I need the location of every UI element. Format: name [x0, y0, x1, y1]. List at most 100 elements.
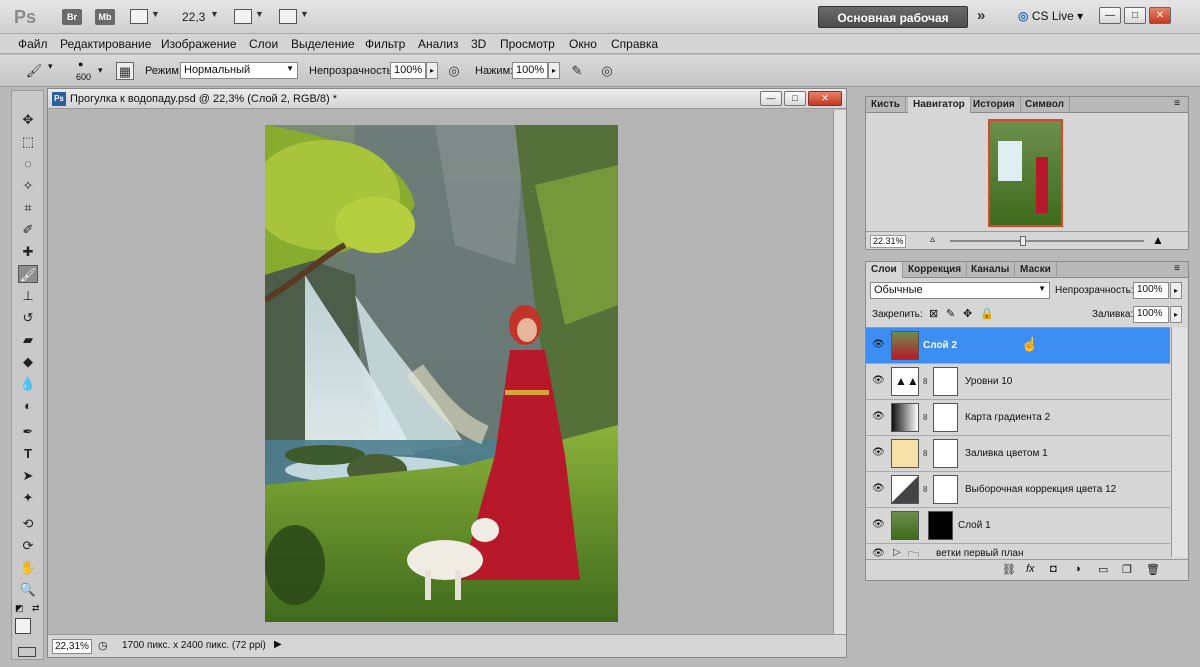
visibility-eye-icon[interactable]: 👁 [872, 339, 885, 351]
flow-slider-toggle[interactable]: ▸ [548, 62, 560, 79]
lock-all-icon[interactable]: 🔒 [980, 307, 994, 320]
mini-bridge-button[interactable]: Mb [95, 9, 115, 25]
3d-orbit-tool-icon[interactable]: ⟳ [18, 537, 38, 555]
zoom-in-icon[interactable]: ▲ [1152, 233, 1164, 247]
doc-restore-button[interactable]: □ [784, 91, 806, 106]
status-zoom-field[interactable]: 22,31% [52, 639, 92, 654]
mode-select[interactable]: Нормальный ▼ [180, 62, 298, 79]
brush-tool-icon[interactable]: 🖌 [18, 265, 38, 283]
panel-menu-icon[interactable]: ≡ [1174, 98, 1180, 109]
bridge-button[interactable]: Br [62, 9, 82, 25]
layer-name[interactable]: Карта градиента 2 [965, 412, 1050, 423]
chevron-down-icon[interactable]: ▼ [210, 9, 219, 19]
default-colors-icon[interactable]: ◩ [15, 603, 24, 614]
document-image[interactable] [265, 125, 618, 622]
zoom-tool-icon[interactable]: 🔍 [18, 581, 38, 599]
menu-image[interactable]: Изображение [161, 37, 237, 51]
tab-history[interactable]: История [968, 97, 1021, 113]
paint-bucket-tool-icon[interactable]: ◆ [18, 353, 38, 371]
vertical-scrollbar[interactable] [833, 110, 846, 634]
layer-group-row[interactable]: 👁 ▷ 🗀 ветки первый план [866, 544, 1170, 557]
restore-button[interactable]: □ [1124, 7, 1146, 24]
opacity-slider-toggle[interactable]: ▸ [426, 62, 438, 79]
layer-name[interactable]: Слой 1 [958, 520, 991, 531]
chevron-down-icon[interactable]: ▼ [300, 9, 309, 19]
fill-toggle[interactable]: ▸ [1170, 306, 1182, 323]
tab-navigator[interactable]: Навигатор [908, 97, 971, 113]
arrange-documents-icon[interactable] [234, 9, 252, 24]
fill-field[interactable]: 100% [1133, 306, 1169, 323]
airbrush-icon[interactable]: ✎ [568, 62, 586, 80]
visibility-eye-icon[interactable]: 👁 [872, 411, 885, 423]
add-mask-icon[interactable]: ◘ [1050, 563, 1057, 575]
tab-character[interactable]: Символ [1020, 97, 1070, 113]
chevron-down-icon[interactable]: ▾ [98, 65, 103, 76]
dodge-tool-icon[interactable]: ◐ [18, 397, 38, 415]
doc-close-button[interactable]: ✕ [808, 91, 842, 106]
layer-row[interactable]: 👁 Слой 2 ☝ [866, 328, 1170, 364]
3d-rotate-tool-icon[interactable]: ⟲ [18, 515, 38, 533]
tab-layers[interactable]: Слои [866, 262, 903, 278]
blur-tool-icon[interactable]: 💧 [18, 375, 38, 393]
link-layers-icon[interactable]: ⛓ [1002, 563, 1016, 576]
marquee-tool-icon[interactable]: ⬚ [18, 133, 38, 151]
blend-mode-select[interactable]: Обычные ▼ [870, 282, 1050, 299]
view-extras-icon[interactable] [130, 9, 148, 24]
menu-window[interactable]: Окно [569, 37, 597, 51]
layer-row[interactable]: 👁 8 Заливка цветом 1 [866, 436, 1170, 472]
menu-select[interactable]: Выделение [291, 37, 355, 51]
menu-file[interactable]: Файл [18, 37, 48, 51]
lasso-tool-icon[interactable]: ◌ [18, 155, 38, 173]
lock-transparency-icon[interactable]: ⊠ [929, 307, 938, 320]
document-tab[interactable]: Ps Прогулка к водопаду.psd @ 22,3% (Слой… [48, 89, 846, 109]
panel-menu-icon[interactable]: ≡ [1174, 263, 1180, 274]
type-tool-icon[interactable]: T [18, 445, 38, 463]
layer-name[interactable]: Выборочная коррекция цвета 12 [965, 484, 1116, 495]
flow-field[interactable]: 100% [512, 62, 548, 79]
layer-opacity-toggle[interactable]: ▸ [1170, 282, 1182, 299]
menu-help[interactable]: Справка [611, 37, 658, 51]
tab-brush[interactable]: Кисть [866, 97, 906, 113]
workspace-switcher-button[interactable]: Основная рабочая среда [818, 6, 968, 47]
layer-row[interactable]: 👁 Слой 1 [866, 508, 1170, 544]
visibility-eye-icon[interactable]: 👁 [872, 375, 885, 387]
navigator-zoom-field[interactable]: 22.31% [870, 235, 906, 248]
layer-row[interactable]: 👁 ▲▲ 8 Уровни 10 [866, 364, 1170, 400]
brush-preset-icon[interactable]: ● [78, 59, 83, 69]
zoom-slider-thumb[interactable] [1020, 236, 1026, 246]
visibility-eye-icon[interactable]: 👁 [872, 548, 885, 557]
lock-position-icon[interactable]: ✥ [963, 307, 972, 320]
expand-group-icon[interactable]: ▷ [893, 547, 901, 557]
tab-masks[interactable]: Маски [1015, 262, 1057, 278]
swap-colors-icon[interactable]: ⇄ [32, 603, 40, 614]
quick-selection-tool-icon[interactable]: ✧ [18, 177, 38, 195]
quick-mask-icon[interactable] [18, 647, 36, 657]
layers-scrollbar[interactable] [1171, 327, 1187, 557]
zoom-slider-track[interactable] [950, 240, 1144, 242]
canvas-area[interactable] [48, 110, 833, 634]
menu-layers[interactable]: Слои [249, 37, 278, 51]
chevron-down-icon[interactable]: ▼ [255, 9, 264, 19]
close-button[interactable]: ✕ [1149, 7, 1171, 24]
chevron-down-icon[interactable]: ▼ [151, 9, 160, 19]
chevron-down-icon[interactable]: ▾ [48, 61, 53, 72]
fx-icon[interactable]: fx [1026, 563, 1035, 575]
doc-minimize-button[interactable]: — [760, 91, 782, 106]
new-layer-icon[interactable]: ❐ [1122, 563, 1132, 576]
layer-row[interactable]: 👁 8 Карта градиента 2 [866, 400, 1170, 436]
healing-brush-tool-icon[interactable]: ✚ [18, 243, 38, 261]
visibility-eye-icon[interactable]: 👁 [872, 519, 885, 531]
hand-tool-icon[interactable]: ✋ [18, 559, 38, 577]
cs-live-button[interactable]: ◎ CS Live ▾ [1018, 9, 1083, 23]
screen-mode-icon[interactable] [279, 9, 297, 24]
shape-tool-icon[interactable]: ✦ [18, 489, 38, 507]
navigator-thumbnail[interactable] [988, 119, 1063, 227]
crop-tool-icon[interactable]: ⌗ [18, 199, 38, 217]
visibility-eye-icon[interactable]: 👁 [872, 447, 885, 459]
brush-tool-icon[interactable]: 🖌 [25, 62, 43, 80]
zoom-level[interactable]: 22,3 [182, 10, 205, 24]
minimize-button[interactable]: — [1099, 7, 1121, 24]
tab-adjustments[interactable]: Коррекция [903, 262, 968, 278]
layer-opacity-field[interactable]: 100% [1133, 282, 1169, 299]
history-brush-tool-icon[interactable]: ↺ [18, 309, 38, 327]
